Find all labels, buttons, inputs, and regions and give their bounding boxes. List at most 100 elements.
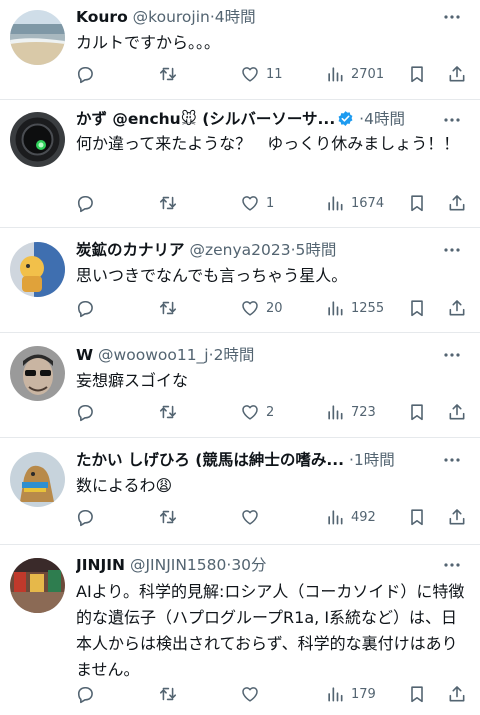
reply-icon <box>77 300 93 318</box>
share-icon <box>449 300 465 316</box>
repost-button[interactable] <box>158 399 184 425</box>
bookmark-button[interactable] <box>407 399 427 425</box>
heart-icon <box>242 405 258 420</box>
views-button[interactable]: 723 <box>325 399 376 425</box>
post[interactable]: W @woowoo11_j·2時間 妄想癖スゴイな 2 723 <box>0 333 480 438</box>
avatar[interactable] <box>10 112 65 167</box>
post[interactable]: かず @enchu🐭 (シルバーソーサ... ·4時間 何か違って来たような？ … <box>0 100 480 228</box>
view-count: 1674 <box>351 195 385 211</box>
views-button[interactable]: 492 <box>325 504 376 530</box>
reply-button[interactable] <box>75 61 101 87</box>
avatar[interactable] <box>10 10 65 65</box>
reply-icon <box>77 404 93 422</box>
analytics-icon <box>328 196 343 211</box>
repost-icon <box>159 687 177 701</box>
bookmark-button[interactable] <box>407 61 427 87</box>
share-button[interactable] <box>447 681 467 707</box>
post[interactable]: たかい しげひろ (競馬は紳士の嗜み... ·1時間 数によるわ😩 492 <box>0 438 480 545</box>
more-options-icon <box>444 458 460 462</box>
market-street-avatar-image <box>10 558 65 613</box>
reply-button[interactable] <box>75 399 101 425</box>
user-handle[interactable]: @kourojin <box>133 8 210 26</box>
share-button[interactable] <box>447 190 467 216</box>
share-button[interactable] <box>447 504 467 530</box>
analytics-icon <box>328 67 343 82</box>
bookmark-button[interactable] <box>407 681 427 707</box>
views-button[interactable]: 2701 <box>325 61 384 87</box>
post-time[interactable]: 4時間 <box>215 8 256 26</box>
more-options-button[interactable] <box>440 108 464 132</box>
post-text: 思いつきでなんでも言っちゃう星人。 <box>76 266 348 285</box>
like-button[interactable]: 2 <box>240 399 274 425</box>
action-bar: 1 1674 <box>0 190 480 216</box>
display-name[interactable]: Kouro <box>76 8 128 26</box>
more-options-button[interactable] <box>440 343 464 367</box>
heart-icon <box>242 67 258 82</box>
share-button[interactable] <box>447 61 467 87</box>
user-handle[interactable]: @zenya2023 <box>189 241 290 259</box>
reply-button[interactable] <box>75 681 101 707</box>
display-name[interactable]: かず @enchu🐭 (シルバーソーサ... <box>76 110 335 128</box>
repost-button[interactable] <box>158 681 184 707</box>
heart-icon <box>242 510 258 525</box>
post-time[interactable]: 1時間 <box>354 451 395 469</box>
more-options-icon <box>444 563 460 567</box>
like-button[interactable]: 1 <box>240 190 274 216</box>
views-button[interactable]: 1674 <box>325 190 384 216</box>
reply-button[interactable] <box>75 190 101 216</box>
display-name[interactable]: 炭鉱のカナリア <box>76 241 185 259</box>
like-button[interactable] <box>240 504 266 530</box>
avatar[interactable] <box>10 452 65 507</box>
display-name[interactable]: たかい しげひろ (競馬は紳士の嗜み... <box>76 451 344 469</box>
post-time[interactable]: 4時間 <box>364 110 405 128</box>
repost-icon <box>159 301 177 315</box>
bookmark-button[interactable] <box>407 295 427 321</box>
post[interactable]: Kouro @kourojin·4時間 カルトですから。。。 11 2701 <box>0 0 480 100</box>
man-sunglasses-avatar-image <box>10 346 65 401</box>
post-text: 妄想癖スゴイな <box>76 371 189 390</box>
repost-button[interactable] <box>158 504 184 530</box>
reply-icon <box>77 509 93 527</box>
share-icon <box>449 195 465 211</box>
reply-button[interactable] <box>75 504 101 530</box>
post-time[interactable]: 5時間 <box>296 241 337 259</box>
more-options-button[interactable] <box>440 448 464 472</box>
more-options-button[interactable] <box>440 238 464 262</box>
like-button[interactable]: 20 <box>240 295 283 321</box>
post-time[interactable]: 30分 <box>231 556 266 574</box>
views-button[interactable]: 1255 <box>325 295 384 321</box>
avatar[interactable] <box>10 242 65 297</box>
avatar[interactable] <box>10 558 65 613</box>
user-handle[interactable]: @JINJIN1580 <box>130 556 226 574</box>
display-name[interactable]: W <box>76 346 93 364</box>
reply-icon <box>77 686 93 704</box>
bookmark-icon <box>411 66 423 83</box>
user-handle[interactable]: @woowoo11_j <box>98 346 209 364</box>
view-count: 2701 <box>351 66 385 82</box>
like-count: 2 <box>266 404 275 420</box>
post[interactable]: 炭鉱のカナリア @zenya2023·5時間 思いつきでなんでも言っちゃう星人。… <box>0 228 480 333</box>
like-button[interactable] <box>240 681 266 707</box>
views-button[interactable]: 179 <box>325 681 376 707</box>
post-time[interactable]: 2時間 <box>214 346 255 364</box>
share-button[interactable] <box>447 295 467 321</box>
repost-icon <box>159 67 177 81</box>
like-button[interactable]: 11 <box>240 61 283 87</box>
bookmark-button[interactable] <box>407 190 427 216</box>
reply-button[interactable] <box>75 295 101 321</box>
more-options-button[interactable] <box>440 5 464 29</box>
bookmark-icon <box>411 686 423 703</box>
share-button[interactable] <box>447 399 467 425</box>
repost-button[interactable] <box>158 295 184 321</box>
bookmark-button[interactable] <box>407 504 427 530</box>
repost-button[interactable] <box>158 190 184 216</box>
more-options-button[interactable] <box>440 553 464 577</box>
post[interactable]: JINJIN @JINJIN1580·30分 AIより。科学的見解:ロシア人（コ… <box>0 545 480 715</box>
repost-icon <box>159 510 177 524</box>
avatar[interactable] <box>10 346 65 401</box>
repost-button[interactable] <box>158 61 184 87</box>
post-header: JINJIN @JINJIN1580·30分 <box>76 553 438 577</box>
share-icon <box>449 66 465 82</box>
display-name[interactable]: JINJIN <box>76 556 125 574</box>
more-options-icon <box>444 353 460 357</box>
